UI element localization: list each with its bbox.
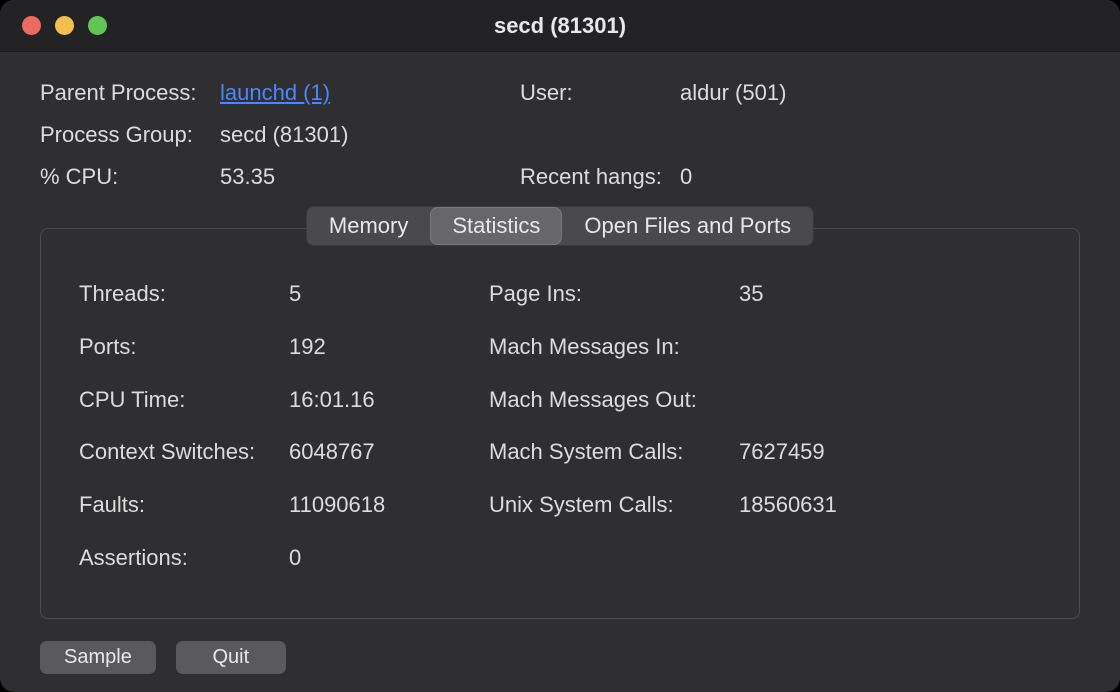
tab-open-files[interactable]: Open Files and Ports (562, 207, 813, 245)
stat-value: 11090618 (289, 492, 489, 518)
stat-value: 0 (289, 545, 489, 571)
tabs: Memory Statistics Open Files and Ports (306, 206, 814, 246)
process-group-value: secd (81301) (220, 122, 520, 148)
stat-value: 7627459 (739, 439, 1041, 465)
stat-label: Mach Messages Out: (489, 387, 739, 413)
stat-label: Threads: (79, 281, 289, 307)
stat-value: 18560631 (739, 492, 1041, 518)
cpu-label: % CPU: (40, 164, 220, 190)
stat-label: Faults: (79, 492, 289, 518)
sample-button[interactable]: Sample (40, 641, 156, 674)
footer-buttons: Sample Quit (40, 641, 1080, 674)
stat-value: 192 (289, 334, 489, 360)
stat-label: Page Ins: (489, 281, 739, 307)
tab-statistics[interactable]: Statistics (430, 207, 562, 245)
stat-label: Mach Messages In: (489, 334, 739, 360)
zoom-icon[interactable] (88, 16, 107, 35)
parent-process-label: Parent Process: (40, 80, 220, 106)
stat-label: Mach System Calls: (489, 439, 739, 465)
stat-label: CPU Time: (79, 387, 289, 413)
process-info-window: secd (81301) Parent Process: launchd (1)… (0, 0, 1120, 692)
quit-button[interactable]: Quit (176, 641, 286, 674)
titlebar: secd (81301) (0, 0, 1120, 52)
cpu-value: 53.35 (220, 164, 520, 190)
stat-label: Assertions: (79, 545, 289, 571)
content: Parent Process: launchd (1) User: aldur … (0, 52, 1120, 692)
recent-hangs-value: 0 (680, 164, 1080, 190)
user-value: aldur (501) (680, 80, 1080, 106)
recent-hangs-label: Recent hangs: (520, 164, 680, 190)
close-icon[interactable] (22, 16, 41, 35)
stat-value: 16:01.16 (289, 387, 489, 413)
process-group-label: Process Group: (40, 122, 220, 148)
minimize-icon[interactable] (55, 16, 74, 35)
statistics-panel: Threads:5Page Ins:35Ports:192Mach Messag… (40, 228, 1080, 619)
stat-label: Unix System Calls: (489, 492, 739, 518)
stat-value: 6048767 (289, 439, 489, 465)
stat-label: Ports: (79, 334, 289, 360)
user-label: User: (520, 80, 680, 106)
process-header: Parent Process: launchd (1) User: aldur … (40, 80, 1080, 190)
parent-process-link[interactable]: launchd (1) (220, 80, 330, 105)
stat-label: Context Switches: (79, 439, 289, 465)
window-title: secd (81301) (0, 13, 1120, 39)
traffic-lights (0, 16, 107, 35)
stat-value: 5 (289, 281, 489, 307)
statistics-grid: Threads:5Page Ins:35Ports:192Mach Messag… (79, 281, 1041, 578)
tab-memory[interactable]: Memory (307, 207, 430, 245)
detail-section: Memory Statistics Open Files and Ports T… (40, 228, 1080, 619)
stat-value: 35 (739, 281, 1041, 307)
